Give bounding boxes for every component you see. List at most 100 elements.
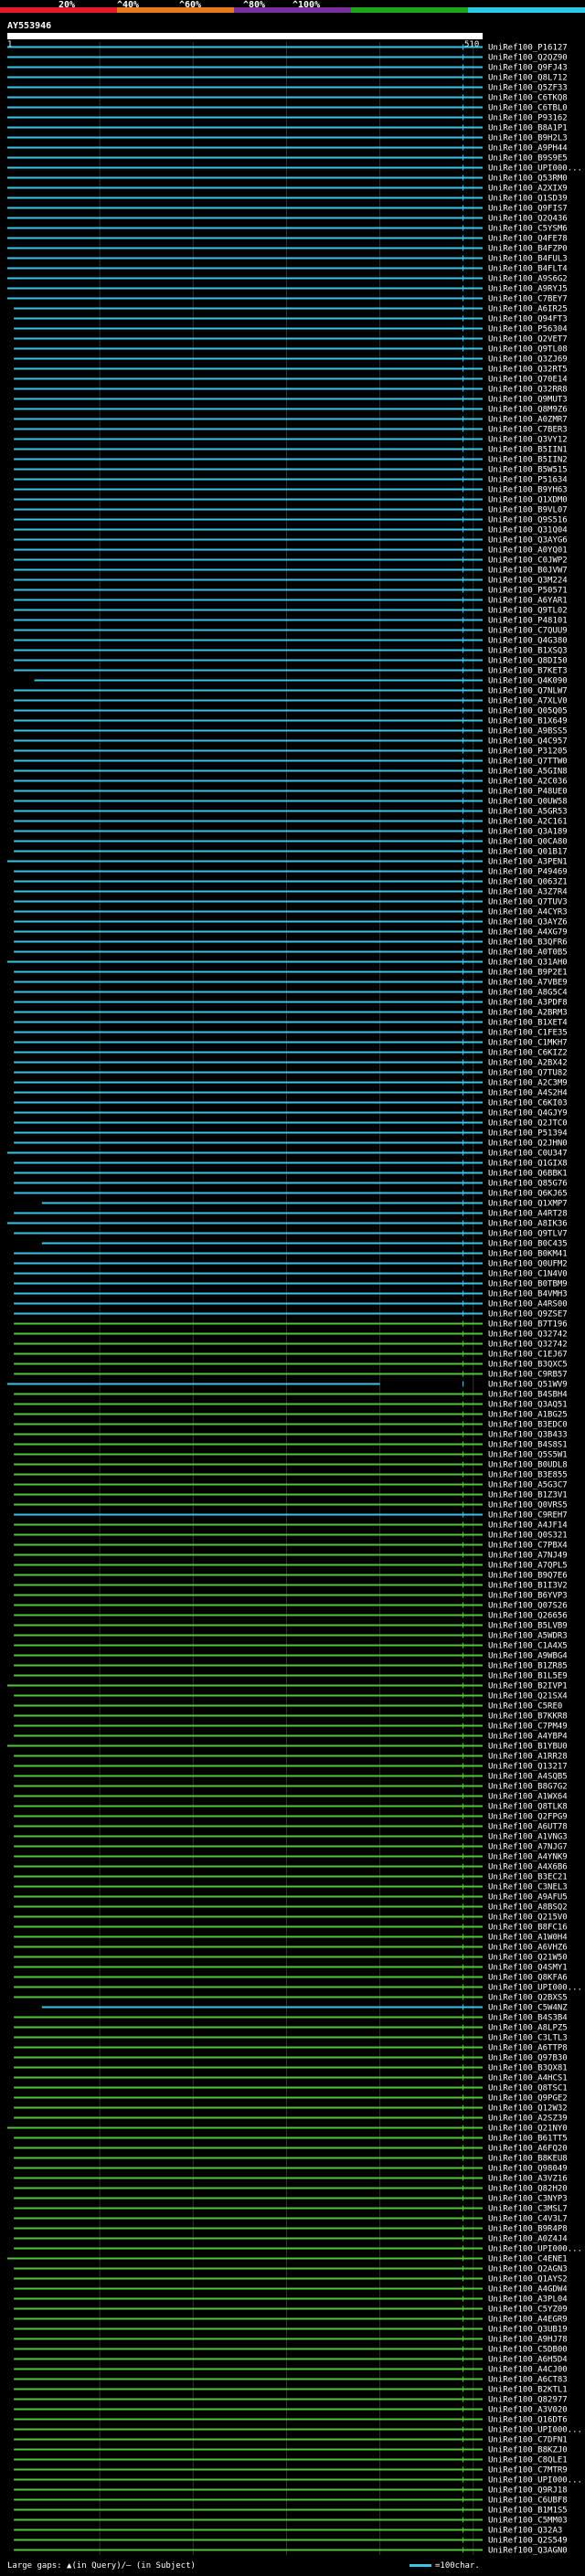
hit-label[interactable]: UniRef100_A0T0B5 (488, 949, 568, 958)
hit-label[interactable]: UniRef100_P50571 (488, 587, 568, 596)
hit-label[interactable]: UniRef100_B4VMH3 (488, 1290, 568, 1299)
hit-label[interactable]: UniRef100_B8KEU8 (488, 2155, 568, 2164)
hit-label[interactable]: UniRef100_Q3UB19 (488, 2326, 568, 2335)
hit-label[interactable]: UniRef100_C7QUU9 (488, 627, 568, 636)
hit-label[interactable]: UniRef100_Q5S5W1 (488, 1451, 568, 1460)
hit-label[interactable]: UniRef100_A6UT78 (488, 1823, 568, 1832)
hit-label[interactable]: UniRef100_A2BRM3 (488, 1009, 568, 1018)
hit-label[interactable]: UniRef100_C0JWP2 (488, 557, 568, 566)
hit-label[interactable]: UniRef100_C6KI03 (488, 1099, 568, 1108)
hit-label[interactable]: UniRef100_C7PM49 (488, 1723, 568, 1732)
hit-label[interactable]: UniRef100_A8IK36 (488, 1220, 568, 1229)
hit-label[interactable]: UniRef100_B4FLT4 (488, 265, 568, 274)
hit-label[interactable]: UniRef100_B4S3B4 (488, 2014, 568, 2023)
hit-label[interactable]: UniRef100_A8G5C4 (488, 989, 568, 998)
hit-label[interactable]: UniRef100_Q26656 (488, 1612, 568, 1621)
hit-label[interactable]: UniRef100_A6YAR1 (488, 597, 568, 606)
hit-label[interactable]: UniRef100_A9BSS5 (488, 727, 568, 737)
hit-label[interactable]: UniRef100_A3PEN1 (488, 858, 568, 867)
hit-label[interactable]: UniRef100_Q51WV9 (488, 1381, 568, 1390)
hit-label[interactable]: UniRef100_B3QXC5 (488, 1361, 568, 1370)
hit-label[interactable]: UniRef100_C1A4X5 (488, 1642, 568, 1651)
hit-label[interactable]: UniRef100_Q2AGN3 (488, 2265, 568, 2274)
hit-label[interactable]: UniRef100_C3NYP3 (488, 2195, 568, 2204)
hit-label[interactable]: UniRef100_A1W0H4 (488, 1934, 568, 1943)
hit-label[interactable]: UniRef100_A3V020 (488, 2406, 568, 2415)
hit-label[interactable]: UniRef100_Q215V0 (488, 1913, 568, 1923)
hit-label[interactable]: UniRef100_Q21SX4 (488, 1692, 568, 1701)
hit-label[interactable]: UniRef100_A7NJG7 (488, 1843, 568, 1852)
hit-label[interactable]: UniRef100_C6TBL0 (488, 104, 568, 113)
hit-label[interactable]: UniRef100_P51394 (488, 1129, 568, 1139)
hit-label[interactable]: UniRef100_Q53RM0 (488, 175, 568, 184)
hit-label[interactable]: UniRef100_C7BEY7 (488, 295, 568, 304)
hit-label[interactable]: UniRef100_Q12W32 (488, 2104, 568, 2114)
hit-label[interactable]: UniRef100_B0JVW7 (488, 567, 568, 576)
hit-label[interactable]: UniRef100_UPI000... (488, 2245, 582, 2254)
hit-label[interactable]: UniRef100_C7BER3 (488, 426, 568, 435)
hit-label[interactable]: UniRef100_B2KTL1 (488, 2386, 568, 2395)
hit-label[interactable]: UniRef100_Q0UFM2 (488, 1260, 568, 1269)
hit-label[interactable]: UniRef100_A7VBE9 (488, 979, 568, 988)
hit-label[interactable]: UniRef100_Q2Q436 (488, 215, 568, 224)
hit-label[interactable]: UniRef100_Q21NY0 (488, 2125, 568, 2134)
hit-label[interactable]: UniRef100_Q4G380 (488, 637, 568, 646)
hit-label[interactable]: UniRef100_P51634 (488, 476, 568, 485)
hit-label[interactable]: UniRef100_A2SZ39 (488, 2115, 568, 2124)
hit-label[interactable]: UniRef100_Q2VET7 (488, 335, 568, 345)
hit-label[interactable]: UniRef100_B1M1S5 (488, 2507, 568, 2516)
hit-label[interactable]: UniRef100_B1XSQ3 (488, 647, 568, 656)
hit-label[interactable]: UniRef100_Q31Q04 (488, 526, 568, 535)
hit-label[interactable]: UniRef100_A0Z4J4 (488, 2235, 568, 2244)
hit-label[interactable]: UniRef100_B3QX81 (488, 2064, 568, 2073)
hit-label[interactable]: UniRef100_Q0S321 (488, 1532, 568, 1541)
hit-label[interactable]: UniRef100_A5GR53 (488, 808, 568, 817)
hit-label[interactable]: UniRef100_A2C3M9 (488, 1079, 568, 1088)
hit-label[interactable]: UniRef100_Q0UW58 (488, 798, 568, 807)
hit-label[interactable]: UniRef100_Q98049 (488, 2165, 568, 2174)
hit-label[interactable]: UniRef100_Q3AYZ6 (488, 918, 568, 928)
hit-label[interactable]: UniRef100_A2BX42 (488, 1059, 568, 1068)
hit-label[interactable]: UniRef100_A3VZ16 (488, 2175, 568, 2184)
hit-label[interactable]: UniRef100_Q063Z1 (488, 878, 568, 887)
hit-label[interactable]: UniRef100_Q7TTW0 (488, 758, 568, 767)
hit-label[interactable]: UniRef100_A9S6G2 (488, 275, 568, 284)
hit-label[interactable]: UniRef100_A0YQ01 (488, 546, 568, 556)
hit-label[interactable]: UniRef100_A7NJ49 (488, 1552, 568, 1561)
hit-label[interactable]: UniRef100_Q2JTC0 (488, 1119, 568, 1129)
hit-label[interactable]: UniRef100_Q3VY12 (488, 436, 568, 445)
hit-label[interactable]: UniRef100_Q8TSC1 (488, 2084, 568, 2094)
hit-label[interactable]: UniRef100_A1VNG3 (488, 1833, 568, 1842)
hit-label[interactable]: UniRef100_Q07S26 (488, 1602, 568, 1611)
hit-label[interactable]: UniRef100_Q1GIX8 (488, 1160, 568, 1169)
hit-label[interactable]: UniRef100_Q1XDM0 (488, 496, 568, 505)
hit-label[interactable]: UniRef100_Q3M224 (488, 577, 568, 586)
hit-label[interactable]: UniRef100_B4S8S1 (488, 1441, 568, 1450)
hit-label[interactable]: UniRef100_A8BSQ2 (488, 1903, 568, 1913)
hit-label[interactable]: UniRef100_A7XLV0 (488, 697, 568, 706)
hit-label[interactable]: UniRef100_B7T196 (488, 1320, 568, 1330)
hit-label[interactable]: UniRef100_C1N4V0 (488, 1270, 568, 1279)
hit-label[interactable]: UniRef100_Q9FJ43 (488, 64, 568, 73)
hit-label[interactable]: UniRef100_A1RR28 (488, 1753, 568, 1762)
hit-label[interactable]: UniRef100_Q8KFA6 (488, 1974, 568, 1983)
hit-label[interactable]: UniRef100_B0TBM9 (488, 1280, 568, 1289)
hit-label[interactable]: UniRef100_A6FQ20 (488, 2145, 568, 2154)
hit-label[interactable]: UniRef100_A6H5D4 (488, 2356, 568, 2365)
hit-label[interactable]: UniRef100_Q9TL08 (488, 345, 568, 355)
hit-label[interactable]: UniRef100_A4JF14 (488, 1521, 568, 1531)
hit-label[interactable]: UniRef100_C7MTR9 (488, 2466, 568, 2475)
hit-label[interactable]: UniRef100_B7KKR8 (488, 1712, 568, 1722)
hit-label[interactable]: UniRef100_B2IVP1 (488, 1682, 568, 1691)
hit-label[interactable]: UniRef100_B3E855 (488, 1471, 568, 1480)
hit-label[interactable]: UniRef100_Q31AH0 (488, 959, 568, 968)
hit-label[interactable]: UniRef100_C5DB00 (488, 2346, 568, 2355)
hit-label[interactable]: UniRef100_B0C435 (488, 1240, 568, 1249)
hit-label[interactable]: UniRef100_Q3ZJ69 (488, 355, 568, 365)
hit-label[interactable]: UniRef100_Q05Q05 (488, 707, 568, 716)
hit-label[interactable]: UniRef100_Q9S516 (488, 516, 568, 525)
hit-label[interactable]: UniRef100_C1MKH7 (488, 1039, 568, 1048)
hit-label[interactable]: UniRef100_A4HCS1 (488, 2074, 568, 2083)
hit-label[interactable]: UniRef100_B61TT5 (488, 2135, 568, 2144)
hit-label[interactable]: UniRef100_A3PDF8 (488, 999, 568, 1008)
